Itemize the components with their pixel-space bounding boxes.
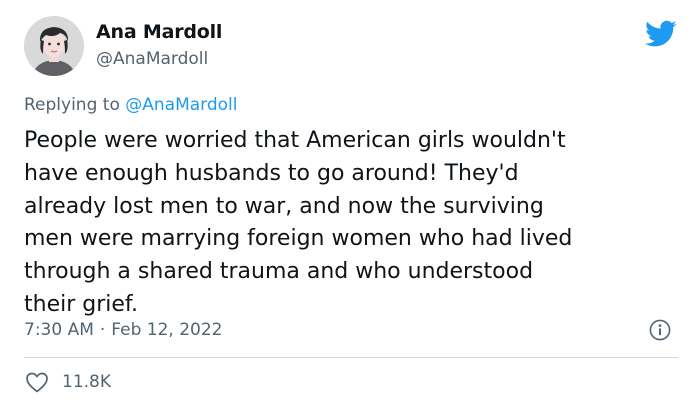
profile-avatar-icon[interactable] <box>24 16 84 76</box>
replying-to-label: Replying to <box>24 95 126 115</box>
tweet-time[interactable]: 7:30 AM <box>24 320 94 340</box>
info-icon[interactable] <box>649 319 671 341</box>
timestamp-separator: · <box>99 320 106 340</box>
heart-icon[interactable] <box>24 371 50 393</box>
tweet-timestamp[interactable]: 7:30 AM · Feb 12, 2022 <box>24 320 223 340</box>
reply-mention-link[interactable]: @AnaMardoll <box>125 95 237 115</box>
replying-to-line: Replying to @AnaMardoll <box>24 95 238 115</box>
like-count: 11.8K <box>62 372 111 392</box>
tweet-body: People were worried that American girls … <box>24 128 573 317</box>
tweet-date[interactable]: Feb 12, 2022 <box>111 320 222 340</box>
author-display-name[interactable]: Ana Mardoll <box>96 21 222 43</box>
author-handle[interactable]: @AnaMardoll <box>96 49 208 69</box>
like-button[interactable]: 11.8K <box>24 371 111 393</box>
twitter-bird-icon[interactable] <box>645 20 677 48</box>
divider <box>24 357 678 358</box>
